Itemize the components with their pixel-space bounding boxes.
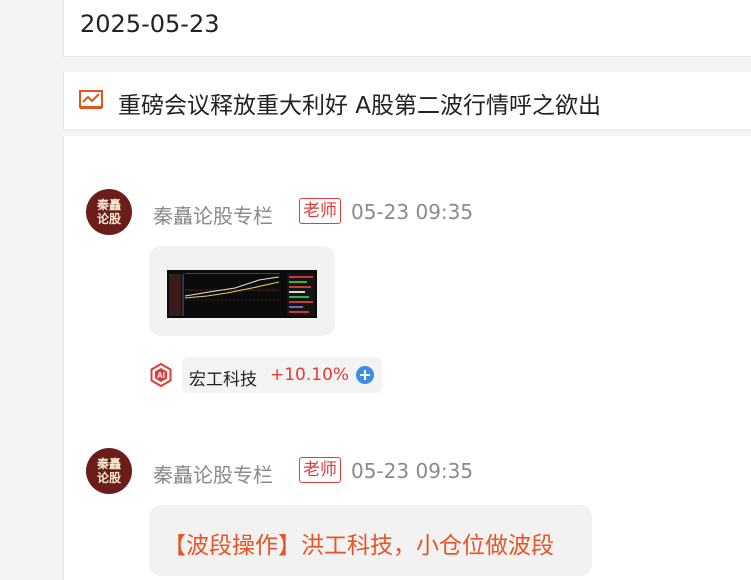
author-name[interactable]: 秦矗论股专栏 bbox=[153, 459, 273, 488]
message-text: 【波段操作】洪工科技，小仓位做波段 bbox=[163, 533, 554, 559]
ai-icon: AI bbox=[150, 363, 172, 387]
stock-tag[interactable]: 宏工科技 +10.10% bbox=[182, 357, 382, 393]
avatar-text-line: 论股 bbox=[96, 471, 121, 485]
author-avatar[interactable]: 秦矗 论股 bbox=[86, 189, 132, 235]
topic-title: 重磅会议释放重大利好 A股第二波行情呼之欲出 bbox=[118, 93, 602, 119]
add-circle-icon[interactable] bbox=[356, 366, 374, 384]
date-label: 2025-05-23 bbox=[80, 10, 220, 38]
avatar-text-line: 秦矗 bbox=[96, 198, 121, 212]
stock-change: +10.10% bbox=[270, 365, 350, 385]
teacher-badge: 老师 bbox=[299, 198, 341, 224]
svg-text:AI: AI bbox=[157, 371, 165, 380]
post-time: 05-23 09:35 bbox=[351, 459, 474, 483]
trend-chart-icon bbox=[79, 90, 103, 109]
image-message[interactable] bbox=[149, 246, 335, 336]
avatar-text-line: 秦矗 bbox=[96, 457, 121, 471]
author-name[interactable]: 秦矗论股专栏 bbox=[153, 200, 273, 229]
avatar-text-line: 论股 bbox=[96, 212, 121, 226]
message-feed: 秦矗 论股 秦矗论股专栏 老师 05-23 09:35 AI 宏工科技 +10.… bbox=[63, 136, 751, 580]
topic-header[interactable]: 重磅会议释放重大利好 A股第二波行情呼之欲出 bbox=[63, 72, 751, 129]
teacher-badge: 老师 bbox=[299, 457, 341, 483]
stock-chart-screenshot bbox=[167, 270, 317, 318]
text-message[interactable]: 【波段操作】洪工科技，小仓位做波段 bbox=[149, 505, 592, 576]
author-avatar[interactable]: 秦矗 论股 bbox=[86, 448, 132, 494]
date-header: 2025-05-23 bbox=[63, 0, 751, 57]
stock-name: 宏工科技 bbox=[189, 370, 257, 390]
post-time: 05-23 09:35 bbox=[351, 200, 474, 224]
